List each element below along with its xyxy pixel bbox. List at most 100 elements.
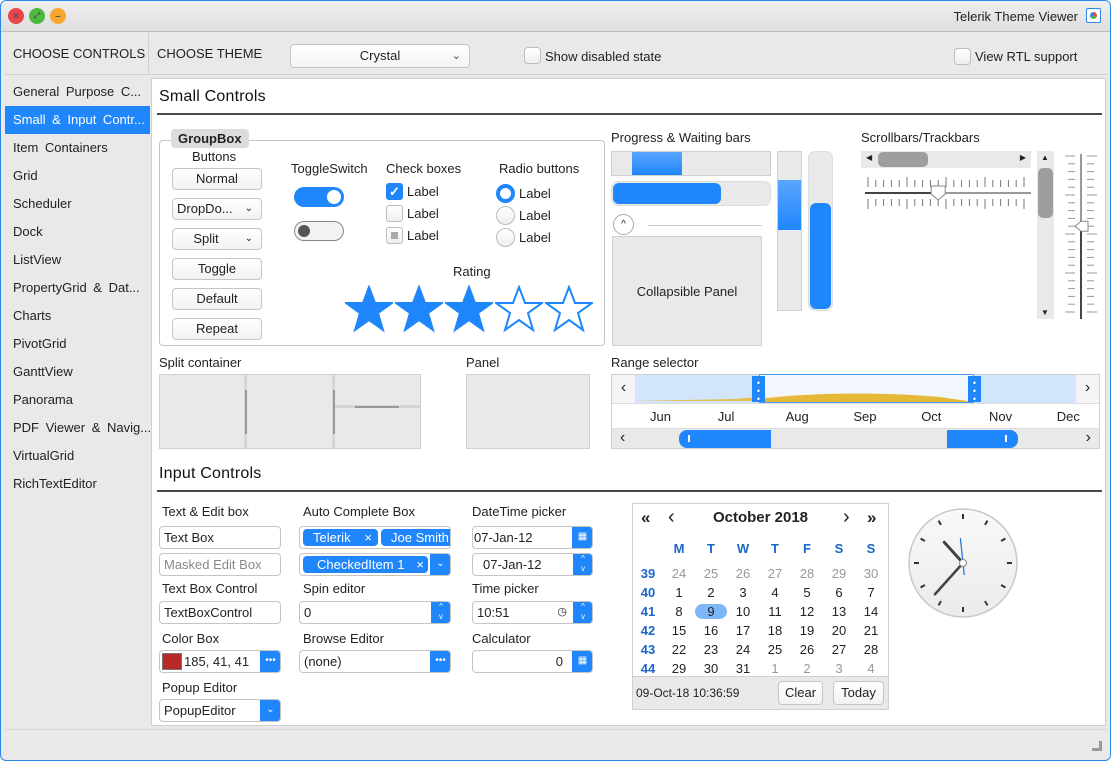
close-icon[interactable]: × bbox=[364, 529, 372, 546]
sidebar-item[interactable]: Small & Input Contr... bbox=[5, 106, 150, 134]
star-filled-icon[interactable] bbox=[395, 285, 443, 333]
calendar-day[interactable]: 3 bbox=[823, 661, 855, 676]
splitter[interactable] bbox=[332, 375, 335, 448]
radio-button[interactable] bbox=[496, 228, 515, 247]
range-next-icon[interactable]: › bbox=[1076, 375, 1099, 403]
scroll-up-icon[interactable]: ▲ bbox=[1041, 153, 1049, 162]
calendar-day[interactable]: 12 bbox=[791, 604, 823, 619]
sidebar-item[interactable]: Scheduler bbox=[5, 190, 150, 218]
text-box[interactable]: Text Box bbox=[159, 526, 281, 549]
calendar-day[interactable]: 27 bbox=[759, 566, 791, 581]
calendar-day[interactable]: 20 bbox=[823, 623, 855, 638]
checkbox[interactable] bbox=[386, 227, 403, 244]
spin-editor[interactable]: 0 ^ v bbox=[299, 601, 451, 624]
button-normal[interactable]: Normal bbox=[172, 168, 262, 190]
theme-dropdown[interactable]: Crystal ⌄ bbox=[290, 44, 470, 68]
calendar-day[interactable]: 5 bbox=[791, 585, 823, 600]
calculator[interactable]: 0 ▦ bbox=[472, 650, 593, 673]
calendar-day[interactable]: 25 bbox=[759, 642, 791, 657]
rtl-checkbox[interactable] bbox=[954, 48, 971, 65]
checkbox-checked[interactable]: ✓ bbox=[386, 183, 403, 200]
calendar-day[interactable]: 30 bbox=[855, 566, 887, 581]
calendar-day[interactable]: 25 bbox=[695, 566, 727, 581]
calendar-day[interactable]: 28 bbox=[791, 566, 823, 581]
range-scroll-thumb-left[interactable] bbox=[679, 430, 771, 448]
calendar-day[interactable]: 14 bbox=[855, 604, 887, 619]
calendar-day[interactable]: 10 bbox=[727, 604, 759, 619]
checkbox[interactable] bbox=[386, 205, 403, 222]
close-icon[interactable]: × bbox=[416, 556, 424, 573]
calendar-day[interactable]: 15 bbox=[663, 623, 695, 638]
popup-editor[interactable]: PopupEditor ⌄ bbox=[159, 699, 281, 722]
horizontal-trackbar[interactable] bbox=[863, 174, 1033, 214]
next-month-icon[interactable]: › bbox=[843, 506, 850, 529]
calendar-day[interactable]: 21 bbox=[855, 623, 887, 638]
calendar-day[interactable]: 1 bbox=[663, 585, 695, 600]
calendar-day[interactable]: 24 bbox=[663, 566, 695, 581]
ellipsis-icon[interactable]: ••• bbox=[430, 651, 450, 672]
chevron-down-icon[interactable]: ⌄ bbox=[260, 700, 280, 721]
calendar-day[interactable]: 31 bbox=[727, 661, 759, 676]
scroll-left-icon[interactable]: ◀ bbox=[866, 153, 872, 162]
star-empty-icon[interactable] bbox=[545, 285, 593, 333]
sidebar-item[interactable]: Item Containers bbox=[5, 134, 150, 162]
date-spinner[interactable]: 07-Jan-12 ^ v bbox=[472, 553, 593, 576]
toggle-switch-off[interactable] bbox=[294, 221, 344, 241]
calendar-day[interactable]: 30 bbox=[695, 661, 727, 676]
button-default[interactable]: Default bbox=[172, 288, 262, 310]
token[interactable]: CheckedItem 1 × bbox=[303, 556, 428, 573]
calendar-day[interactable]: 27 bbox=[823, 642, 855, 657]
sidebar-item[interactable]: RichTextEditor bbox=[5, 470, 150, 498]
chevron-down-icon[interactable]: ⌄ bbox=[430, 554, 450, 575]
sidebar-item[interactable]: PropertyGrid & Dat... bbox=[5, 274, 150, 302]
checked-dropdown[interactable]: CheckedItem 1 × ⌄ bbox=[299, 553, 451, 576]
scroll-down-icon[interactable]: ▼ bbox=[1041, 308, 1049, 317]
clear-button[interactable]: Clear bbox=[778, 681, 823, 705]
calendar-day[interactable]: 7 bbox=[855, 585, 887, 600]
horizontal-scrollbar[interactable]: ◀ ▶ bbox=[861, 151, 1031, 168]
sidebar-item[interactable]: VirtualGrid bbox=[5, 442, 150, 470]
autocomplete-box[interactable]: Telerik × Joe Smith bbox=[299, 526, 451, 549]
star-empty-icon[interactable] bbox=[495, 285, 543, 333]
calendar-day[interactable]: 9 bbox=[695, 604, 727, 619]
spin-arrows-icon[interactable]: ^ v bbox=[573, 602, 592, 623]
calendar-day[interactable]: 11 bbox=[759, 604, 791, 619]
calendar-day[interactable]: 23 bbox=[695, 642, 727, 657]
datetime-picker[interactable]: 07-Jan-12 ▦ bbox=[472, 526, 593, 549]
chevron-left-icon[interactable]: ‹ bbox=[620, 429, 625, 447]
calendar-day[interactable]: 2 bbox=[791, 661, 823, 676]
splitter[interactable] bbox=[244, 375, 247, 448]
calendar-day[interactable]: 2 bbox=[695, 585, 727, 600]
calendar-day[interactable]: 6 bbox=[823, 585, 855, 600]
ellipsis-icon[interactable]: ••• bbox=[260, 651, 280, 672]
spin-arrows-icon[interactable]: ^ v bbox=[573, 554, 592, 575]
chevron-right-icon[interactable]: › bbox=[1086, 429, 1091, 447]
spin-arrows-icon[interactable]: ^ v bbox=[431, 602, 450, 623]
calendar-day[interactable]: 19 bbox=[791, 623, 823, 638]
trackbar-thumb[interactable] bbox=[930, 185, 946, 201]
button-dropdo[interactable]: DropDo... ⌄ bbox=[172, 198, 262, 220]
range-scroll-thumb-right[interactable] bbox=[947, 430, 1018, 448]
sidebar-item[interactable]: Grid bbox=[5, 162, 150, 190]
range-prev-icon[interactable]: ‹ bbox=[612, 375, 635, 403]
star-filled-icon[interactable] bbox=[445, 285, 493, 333]
range-selection[interactable] bbox=[759, 374, 974, 403]
trackbar-thumb[interactable] bbox=[1074, 220, 1089, 232]
calendar-day[interactable]: 1 bbox=[759, 661, 791, 676]
last-page-icon[interactable]: » bbox=[867, 508, 876, 528]
toggle-switch-on[interactable] bbox=[294, 187, 344, 207]
sidebar-item[interactable]: PDF Viewer & Navig... bbox=[5, 414, 150, 442]
button-repeat[interactable]: Repeat bbox=[172, 318, 262, 340]
calendar-day[interactable]: 16 bbox=[695, 623, 727, 638]
button-split[interactable]: Split ⌄ bbox=[172, 228, 262, 250]
masked-edit-box[interactable]: Masked Edit Box bbox=[159, 553, 281, 576]
calendar-title[interactable]: October 2018 bbox=[633, 509, 888, 526]
close-button[interactable]: × bbox=[8, 8, 24, 24]
calendar-day[interactable]: 29 bbox=[823, 566, 855, 581]
calendar-day[interactable]: 29 bbox=[663, 661, 695, 676]
sidebar-item[interactable]: General Purpose C... bbox=[5, 78, 150, 106]
calendar-day[interactable]: 13 bbox=[823, 604, 855, 619]
range-scrollbar[interactable]: ‹ › bbox=[612, 429, 1099, 448]
sidebar-item[interactable]: GanttView bbox=[5, 358, 150, 386]
scroll-thumb[interactable] bbox=[1038, 168, 1053, 218]
